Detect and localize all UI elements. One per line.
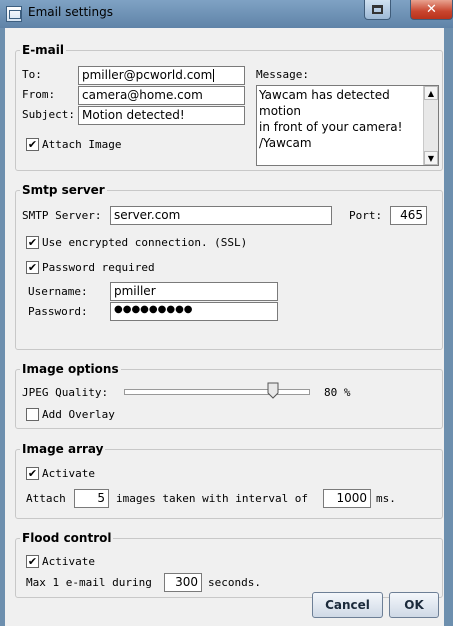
image-options-group-title: Image options (20, 362, 121, 376)
images-count-input[interactable]: 5 (74, 489, 109, 508)
dialog-content: E-mail To: pmiller@pcworld.com From: cam… (5, 28, 444, 626)
smtp-server-input[interactable]: server.com (110, 206, 332, 225)
email-group: E-mail To: pmiller@pcworld.com From: cam… (15, 43, 443, 171)
to-input-value: pmiller@pcworld.com (82, 68, 213, 82)
flood-control-activate-checkbox[interactable]: ✔ (26, 555, 39, 568)
ok-button[interactable]: OK (389, 592, 439, 618)
from-label: From: (22, 88, 56, 101)
title-bar[interactable]: Email settings ✕ (0, 0, 453, 28)
ssl-label: Use encrypted connection. (SSL) (42, 236, 248, 249)
subject-label: Subject: (22, 108, 75, 121)
port-input[interactable]: 465 (390, 206, 427, 225)
image-options-group: Image options JPEG Quality: 80 % Add Ove… (15, 362, 443, 429)
to-input[interactable]: pmiller@pcworld.com (78, 66, 245, 85)
message-line: Yawcam has detected motion (259, 88, 390, 118)
email-settings-window: Email settings ✕ E-mail To: pmiller@pcwo… (0, 0, 453, 626)
jpeg-quality-slider-track[interactable] (124, 389, 310, 395)
text-caret (213, 69, 215, 82)
smtp-group-title: Smtp server (20, 183, 107, 197)
image-array-activate-label: Activate (42, 467, 95, 480)
email-group-title: E-mail (20, 43, 67, 57)
username-input[interactable]: pmiller (110, 282, 278, 301)
scroll-down-arrow-icon[interactable]: ▼ (424, 151, 438, 165)
scroll-up-arrow-icon[interactable]: ▲ (424, 86, 438, 100)
flood-control-group: Flood control ✔ Activate Max 1 e-mail du… (15, 531, 443, 598)
restore-button[interactable] (364, 0, 391, 20)
window-frame-right (444, 28, 453, 626)
attach-image-label: Attach Image (42, 138, 122, 151)
jpeg-quality-slider-thumb[interactable] (267, 382, 279, 399)
flood-control-group-title: Flood control (20, 531, 114, 545)
interval-input[interactable]: 1000 (323, 489, 371, 508)
cancel-button[interactable]: Cancel (312, 592, 383, 618)
message-scrollbar[interactable]: ▲ ▼ (423, 86, 438, 165)
window-title: Email settings (28, 5, 113, 19)
username-label: Username: (28, 285, 88, 298)
close-button[interactable]: ✕ (410, 0, 453, 20)
ssl-checkbox[interactable]: ✔ (26, 236, 39, 249)
subject-input[interactable]: Motion detected! (78, 106, 245, 125)
password-required-checkbox[interactable]: ✔ (26, 261, 39, 274)
smtp-server-label: SMTP Server: (22, 209, 102, 222)
to-label: To: (22, 68, 42, 81)
restore-window-icon (372, 5, 383, 14)
attach-image-checkbox[interactable]: ✔ (26, 138, 39, 151)
interval-label: images taken with interval of (116, 492, 309, 505)
message-text: Yawcam has detected motion in front of y… (259, 87, 420, 151)
add-overlay-label: Add Overlay (42, 408, 115, 421)
max-email-label: Max 1 e-mail during (26, 576, 152, 589)
message-line: in front of your camera! (259, 120, 403, 134)
app-window-icon (6, 6, 22, 22)
image-array-activate-checkbox[interactable]: ✔ (26, 467, 39, 480)
image-array-group-title: Image array (20, 442, 106, 456)
from-input[interactable]: camera@home.com (78, 86, 245, 105)
password-required-label: Password required (42, 261, 155, 274)
seconds-label: seconds. (208, 576, 261, 589)
jpeg-quality-label: JPEG Quality: (22, 386, 109, 399)
flood-seconds-input[interactable]: 300 (164, 573, 202, 592)
flood-control-activate-label: Activate (42, 555, 95, 568)
ms-label: ms. (376, 492, 396, 505)
message-label: Message: (256, 68, 309, 81)
message-line: /Yawcam (259, 136, 312, 150)
password-label: Password: (28, 305, 88, 318)
message-textarea[interactable]: Yawcam has detected motion in front of y… (256, 85, 439, 166)
jpeg-quality-value: 80 % (324, 386, 351, 399)
port-label: Port: (349, 209, 383, 222)
add-overlay-checkbox[interactable] (26, 408, 39, 421)
password-input[interactable]: ●●●●●●●●● (110, 302, 278, 321)
attach-label: Attach (26, 492, 66, 505)
image-array-group: Image array ✔ Activate Attach 5 images t… (15, 442, 443, 519)
smtp-group: Smtp server SMTP Server: server.com Port… (15, 183, 443, 350)
